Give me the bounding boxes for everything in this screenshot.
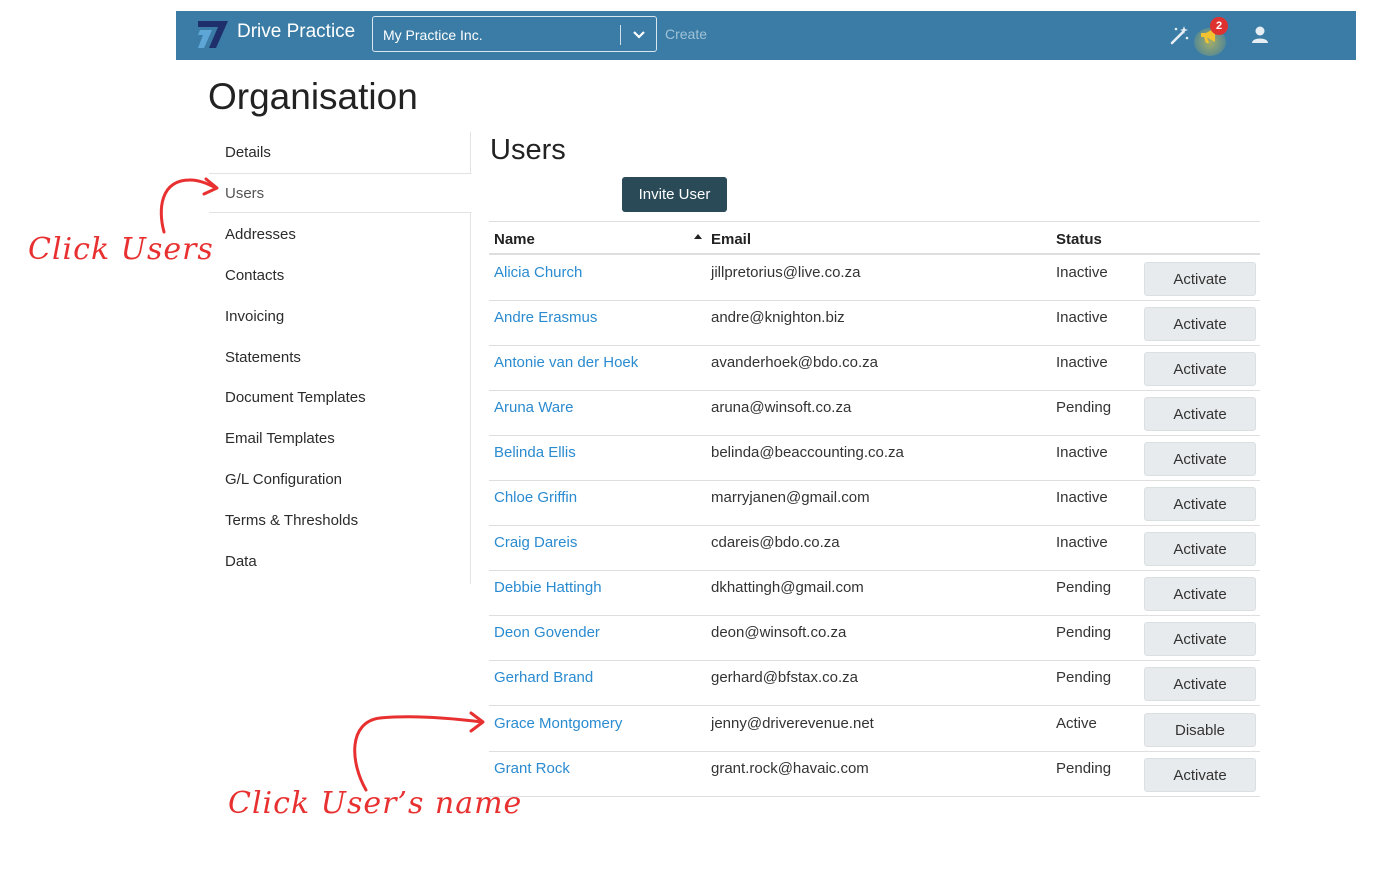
sidebar-item-statements[interactable]: Statements [209, 338, 471, 378]
sidebar-item-invoicing[interactable]: Invoicing [209, 297, 471, 337]
user-status: Pending [1056, 579, 1112, 596]
user-email: marryjanen@gmail.com [711, 489, 870, 506]
chevron-down-icon[interactable] [628, 23, 650, 45]
user-email: jillpretorius@live.co.za [711, 264, 861, 281]
organisation-select-value: My Practice Inc. [383, 27, 483, 43]
column-header-name[interactable]: Name [494, 231, 535, 248]
table-header: Name Email Status [489, 221, 1260, 255]
sidebar-item-terms-thresholds[interactable]: Terms & Thresholds [209, 501, 471, 541]
user-name-link[interactable]: Gerhard Brand [494, 669, 593, 686]
activate-button[interactable]: Activate [1144, 307, 1256, 341]
activate-button[interactable]: Activate [1144, 442, 1256, 476]
table-row: Andre Erasmus andre@knighton.biz Inactiv… [489, 301, 1260, 346]
table-row: Craig Dareis cdareis@bdo.co.za Inactive … [489, 526, 1260, 571]
activate-button[interactable]: Activate [1144, 758, 1256, 792]
activate-button[interactable]: Activate [1144, 352, 1256, 386]
user-icon[interactable] [1248, 23, 1272, 47]
organisation-side-nav: Details Users Addresses Contacts Invoici… [209, 132, 472, 584]
table-row: Alicia Church jillpretorius@live.co.za I… [489, 256, 1260, 301]
sidebar-item-email-templates[interactable]: Email Templates [209, 419, 471, 459]
sidebar-item-addresses[interactable]: Addresses [209, 215, 471, 255]
activate-button[interactable]: Activate [1144, 397, 1256, 431]
users-section-title: Users [490, 134, 566, 166]
table-row: Gerhard Brand gerhard@bfstax.co.za Pendi… [489, 661, 1260, 706]
user-name-link[interactable]: Debbie Hattingh [494, 579, 602, 596]
table-row: Debbie Hattingh dkhattingh@gmail.com Pen… [489, 571, 1260, 616]
user-email: dkhattingh@gmail.com [711, 579, 864, 596]
column-header-email[interactable]: Email [711, 231, 751, 248]
user-status: Active [1056, 715, 1097, 732]
select-divider [620, 25, 621, 45]
activate-button[interactable]: Activate [1144, 577, 1256, 611]
user-name-link[interactable]: Grant Rock [494, 760, 570, 777]
user-email: jenny@driverevenue.net [711, 715, 874, 732]
sidebar-item-gl-configuration[interactable]: G/L Configuration [209, 460, 471, 500]
user-name-link[interactable]: Grace Montgomery [494, 715, 622, 732]
user-name-link[interactable]: Andre Erasmus [494, 309, 597, 326]
user-name-link[interactable]: Antonie van der Hoek [494, 354, 638, 371]
user-email: cdareis@bdo.co.za [711, 534, 840, 551]
sidebar-item-data[interactable]: Data [209, 542, 471, 582]
sidebar-item-document-templates[interactable]: Document Templates [209, 378, 471, 418]
user-email: deon@winsoft.co.za [711, 624, 847, 641]
notification-count-badge: 2 [1210, 17, 1228, 35]
column-header-status[interactable]: Status [1056, 231, 1102, 248]
annotation-arrow-icon [159, 177, 219, 234]
sort-ascending-icon[interactable] [693, 232, 703, 240]
table-row: Deon Govender deon@winsoft.co.za Pending… [489, 616, 1260, 661]
user-name-link[interactable]: Deon Govender [494, 624, 600, 641]
user-name-link[interactable]: Aruna Ware [494, 399, 573, 416]
user-email: aruna@winsoft.co.za [711, 399, 852, 416]
table-row: Belinda Ellis belinda@beaccounting.co.za… [489, 436, 1260, 481]
annotation-arrow-icon [353, 711, 485, 792]
activate-button[interactable]: Activate [1144, 622, 1256, 656]
user-name-link[interactable]: Craig Dareis [494, 534, 577, 551]
top-nav-bar: Drive Practice My Practice Inc. Create 2 [176, 11, 1356, 60]
magic-wand-icon[interactable] [1168, 23, 1192, 47]
table-row: Chloe Griffin marryjanen@gmail.com Inact… [489, 481, 1260, 526]
table-row: Grace Montgomery jenny@driverevenue.net … [489, 707, 1260, 752]
user-email: grant.rock@havaic.com [711, 760, 869, 777]
activate-button[interactable]: Activate [1144, 262, 1256, 296]
user-name-link[interactable]: Chloe Griffin [494, 489, 577, 506]
user-status: Inactive [1056, 489, 1108, 506]
activate-button[interactable]: Activate [1144, 532, 1256, 566]
user-status: Pending [1056, 669, 1112, 686]
sidebar-item-users[interactable]: Users [209, 173, 472, 213]
user-email: andre@knighton.biz [711, 309, 845, 326]
activate-button[interactable]: Activate [1144, 667, 1256, 701]
activate-button[interactable]: Activate [1144, 487, 1256, 521]
create-link[interactable]: Create [665, 26, 707, 42]
user-status: Inactive [1056, 354, 1108, 371]
user-name-link[interactable]: Belinda Ellis [494, 444, 576, 461]
user-email: avanderhoek@bdo.co.za [711, 354, 879, 371]
user-status: Pending [1056, 399, 1112, 416]
brand-name[interactable]: Drive Practice [237, 21, 355, 43]
user-status: Inactive [1056, 534, 1108, 551]
user-status: Inactive [1056, 444, 1108, 461]
disable-button[interactable]: Disable [1144, 713, 1256, 747]
user-status: Pending [1056, 760, 1112, 777]
user-email: belinda@beaccounting.co.za [711, 444, 904, 461]
user-status: Inactive [1056, 264, 1108, 281]
table-row: Grant Rock grant.rock@havaic.com Pending… [489, 752, 1260, 797]
page-title: Organisation [208, 76, 418, 117]
invite-user-button[interactable]: Invite User [622, 177, 727, 212]
table-row: Antonie van der Hoek avanderhoek@bdo.co.… [489, 346, 1260, 391]
user-name-link[interactable]: Alicia Church [494, 264, 582, 281]
user-status: Inactive [1056, 309, 1108, 326]
table-row: Aruna Ware aruna@winsoft.co.za Pending A… [489, 391, 1260, 436]
sidebar-item-details[interactable]: Details [209, 133, 471, 173]
organisation-select[interactable]: My Practice Inc. [372, 16, 657, 52]
user-status: Pending [1056, 624, 1112, 641]
drive-practice-logo-icon[interactable] [194, 18, 232, 50]
user-email: gerhard@bfstax.co.za [711, 669, 858, 686]
sidebar-item-contacts[interactable]: Contacts [209, 256, 471, 296]
